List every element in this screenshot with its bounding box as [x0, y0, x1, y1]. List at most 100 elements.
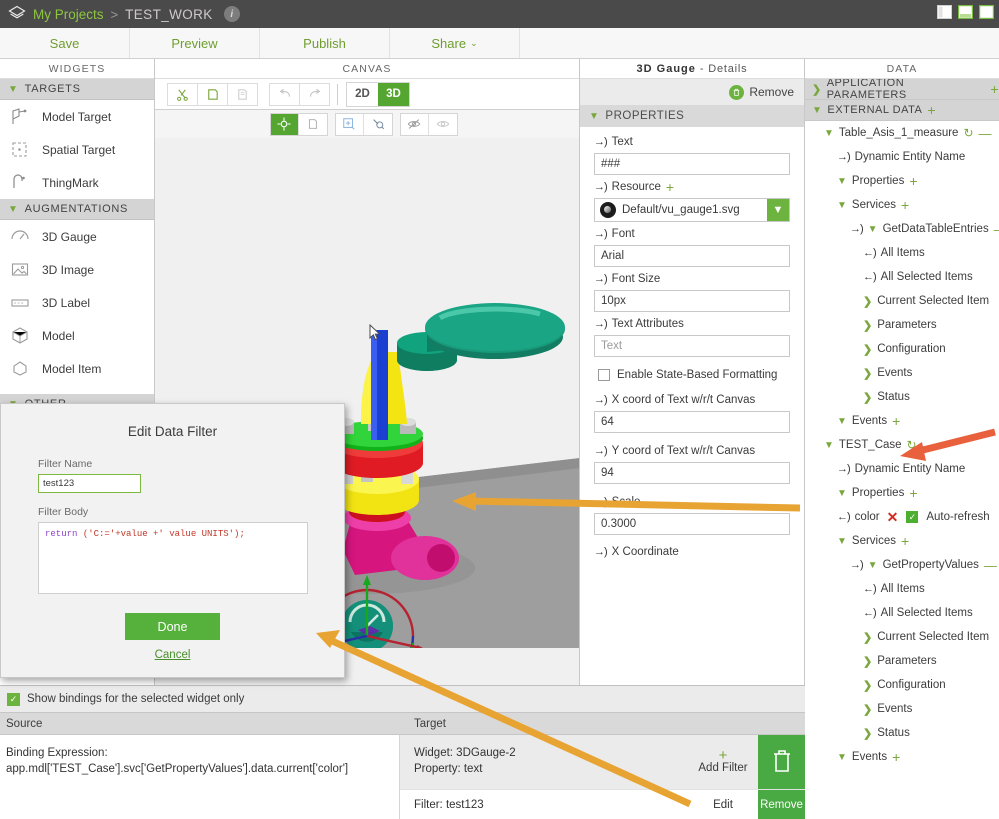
chevron-right-icon[interactable]: ❯ [863, 679, 872, 692]
copy-icon[interactable] [197, 83, 228, 106]
data-node-events[interactable]: ▼Events+ [805, 409, 999, 433]
data-node-all-items[interactable]: ←)All Items [805, 577, 999, 601]
chevron-down-icon[interactable]: ▼ [767, 199, 789, 221]
data-node-properties[interactable]: ▼Properties+ [805, 481, 999, 505]
widget-thingmark[interactable]: ThingMark [0, 166, 154, 199]
data-node-events[interactable]: ▼Events+ [805, 745, 999, 769]
filter-body-input[interactable]: return ('C:='+value +' value UNITS'); [38, 522, 308, 594]
text-attributes-input[interactable]: Text [594, 335, 790, 357]
view-mode-2d[interactable]: 2D [347, 83, 378, 106]
widget-model-item[interactable]: Model Item [0, 352, 154, 385]
redo-icon[interactable] [299, 83, 330, 106]
chevron-down-icon[interactable]: ▼ [824, 440, 834, 451]
data-node-dynamic-entity-name[interactable]: →)Dynamic Entity Name [805, 457, 999, 481]
data-node-configuration[interactable]: ❯Configuration [805, 337, 999, 361]
menu-preview[interactable]: Preview [130, 28, 260, 58]
data-node-dynamic-entity-name[interactable]: →)Dynamic Entity Name [805, 145, 999, 169]
widget-3d-label[interactable]: 3D Label [0, 286, 154, 319]
chevron-down-icon[interactable]: ▼ [837, 416, 847, 427]
chevron-right-icon[interactable]: ❯ [863, 703, 872, 716]
data-node-parameters[interactable]: ❯Parameters [805, 313, 999, 337]
data-node-all-selected-items[interactable]: ←)All Selected Items [805, 265, 999, 289]
paste-icon[interactable] [227, 83, 258, 106]
cancel-link[interactable]: Cancel [1, 649, 344, 661]
panel-left-icon[interactable] [935, 3, 953, 21]
widget-3d-gauge[interactable]: 3D Gauge [0, 220, 154, 253]
data-node-status[interactable]: ❯Status [805, 385, 999, 409]
view-mode-3d[interactable]: 3D [378, 83, 409, 106]
chevron-right-icon[interactable]: ❯ [863, 727, 872, 740]
state-based-formatting-row[interactable]: Enable State-Based Formatting [580, 357, 804, 381]
data-node-all-items[interactable]: ←)All Items [805, 241, 999, 265]
data-node-getdatatableentries[interactable]: →)▼GetDataTableEntries— [805, 217, 999, 241]
data-node-parameters[interactable]: ❯Parameters [805, 649, 999, 673]
add-icon[interactable]: + [909, 488, 917, 498]
chevron-down-icon[interactable]: ▼ [837, 536, 847, 547]
chevron-right-icon[interactable]: ❯ [863, 631, 872, 644]
chevron-right-icon[interactable]: ❯ [812, 83, 822, 96]
undo-icon[interactable] [269, 83, 300, 106]
resource-select[interactable]: Default/vu_gauge1.svg ▼ [594, 198, 790, 222]
chevron-right-icon[interactable]: ❯ [863, 343, 872, 356]
chevron-down-icon[interactable]: ▼ [824, 128, 834, 139]
show-icon[interactable] [429, 114, 457, 135]
data-node-current-selected-item[interactable]: ❯Current Selected Item [805, 625, 999, 649]
font-input[interactable]: Arial [594, 245, 790, 267]
chevron-down-icon[interactable]: ▼ [837, 176, 847, 187]
chevron-down-icon[interactable]: ▼ [812, 105, 822, 116]
add-icon[interactable]: + [990, 84, 999, 94]
breadcrumb-my-projects[interactable]: My Projects [33, 7, 104, 22]
edit-filter-button[interactable]: Edit [688, 790, 758, 819]
auto-refresh-checkbox[interactable]: ✓ [906, 511, 918, 523]
hide-icon[interactable] [401, 114, 429, 135]
widgets-group-targets[interactable]: ▼ TARGETS [0, 79, 154, 100]
data-node-getpropertyvalues[interactable]: →)▼GetPropertyValues— [805, 553, 999, 577]
panel-right-icon[interactable] [977, 3, 995, 21]
add-icon[interactable]: + [901, 536, 909, 546]
data-node-table-asis-1-measure[interactable]: ▼Table_Asis_1_measure↻— [805, 121, 999, 145]
state-based-formatting-checkbox[interactable] [598, 369, 610, 381]
remove-widget-button[interactable]: Remove [580, 79, 804, 105]
data-node-events[interactable]: ❯Events [805, 361, 999, 385]
filter-name-input[interactable]: test123 [38, 474, 141, 493]
data-node-status[interactable]: ❯Status [805, 721, 999, 745]
scale-input[interactable]: 0.3000 [594, 513, 790, 535]
data-node-color[interactable]: ←)color✕✓Auto-refresh [805, 505, 999, 529]
remove-icon[interactable]: — [979, 126, 992, 141]
data-node-all-selected-items[interactable]: ←)All Selected Items [805, 601, 999, 625]
data-node-configuration[interactable]: ❯Configuration [805, 673, 999, 697]
show-bindings-checkbox[interactable]: ✓ [7, 693, 20, 706]
done-button[interactable]: Done [125, 613, 220, 640]
remove-binding-icon[interactable]: ✕ [887, 509, 899, 526]
add-icon[interactable]: + [892, 416, 900, 426]
x-coord-input[interactable]: 64 [594, 411, 790, 433]
chevron-down-icon[interactable]: ▼ [868, 224, 878, 235]
widget-model-target[interactable]: Model Target [0, 100, 154, 133]
widget-spatial-target[interactable]: Spatial Target [0, 133, 154, 166]
add-icon[interactable]: + [927, 105, 936, 115]
widgets-group-augmentations[interactable]: ▼ AUGMENTATIONS [0, 199, 154, 220]
chevron-down-icon[interactable]: ▼ [837, 200, 847, 211]
zoom-in-icon[interactable] [336, 114, 364, 135]
data-tree[interactable]: ❯APPLICATION PARAMETERS+▼EXTERNAL DATA+▼… [805, 79, 999, 818]
data-node-application-parameters[interactable]: ❯APPLICATION PARAMETERS+ [805, 79, 999, 100]
panel-bottom-icon[interactable] [956, 3, 974, 21]
widget-3d-image[interactable]: 3D Image [0, 253, 154, 286]
remove-icon[interactable]: — [994, 222, 999, 237]
data-node-events[interactable]: ❯Events [805, 697, 999, 721]
add-filter-button[interactable]: + Add Filter [688, 735, 758, 789]
chevron-down-icon[interactable]: ▼ [868, 560, 878, 571]
add-icon[interactable]: + [909, 176, 917, 186]
data-node-services[interactable]: ▼Services+ [805, 529, 999, 553]
font-size-input[interactable]: 10px [594, 290, 790, 312]
binding-source-cell[interactable]: Binding Expression: app.mdl['TEST_Case']… [0, 735, 400, 819]
delete-binding-button[interactable] [758, 735, 805, 789]
chevron-right-icon[interactable]: ❯ [863, 295, 872, 308]
move-gizmo-icon[interactable] [271, 114, 299, 135]
widget-model[interactable]: Model [0, 319, 154, 352]
zoom-fit-icon[interactable] [364, 114, 392, 135]
chevron-right-icon[interactable]: ❯ [863, 391, 872, 404]
refresh-icon[interactable]: ↻ [907, 438, 917, 452]
refresh-icon[interactable]: ↻ [963, 126, 973, 140]
show-bindings-row[interactable]: ✓ Show bindings for the selected widget … [0, 686, 805, 712]
